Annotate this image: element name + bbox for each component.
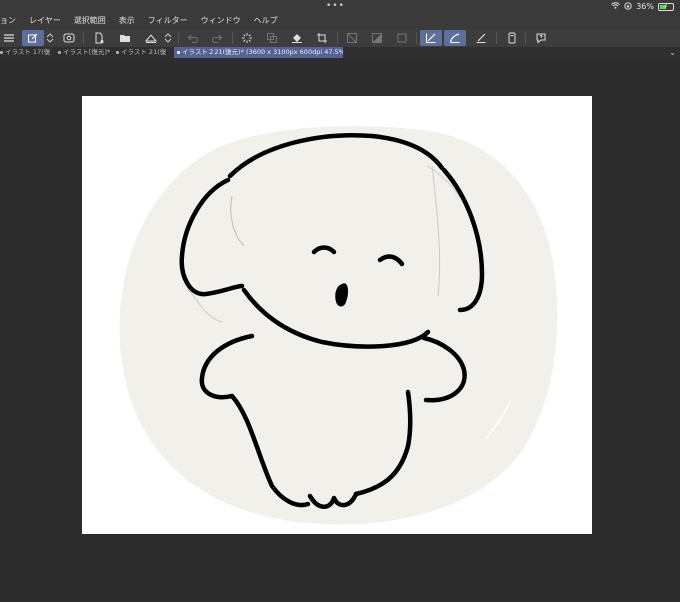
menu-window[interactable]: ウィンドウ <box>201 13 241 29</box>
wifi-icon <box>611 2 621 11</box>
selection-border-icon[interactable] <box>393 30 411 46</box>
preview-icon[interactable] <box>60 30 78 46</box>
tab-document-1[interactable]: イラスト 17(復 <box>0 47 56 58</box>
layer-property-icon[interactable] <box>22 30 44 46</box>
menu-layer[interactable]: レイヤー <box>29 13 61 29</box>
tab-document-active[interactable]: イラスト２21(復元)* (3600 x 3100px 600dpi 47.5%… <box>174 47 343 58</box>
new-file-icon[interactable] <box>90 30 108 46</box>
menu-view[interactable]: 表示 <box>119 13 135 29</box>
menu-bar: ョン レイヤー 選択範囲 表示 フィルター ウィンドウ ヘルプ <box>0 13 680 29</box>
loading-icon[interactable] <box>238 30 256 46</box>
menu-selection[interactable]: 選択範囲 <box>74 13 106 29</box>
menu-filter[interactable]: フィルター <box>148 13 188 29</box>
crop-icon[interactable] <box>313 30 331 46</box>
ruler-pen-icon[interactable] <box>472 30 490 46</box>
copy-icon[interactable] <box>263 30 281 46</box>
smooth-line-icon[interactable] <box>444 30 466 46</box>
menu-help[interactable]: ヘルプ <box>254 13 278 29</box>
illustration <box>119 126 558 525</box>
battery-percent: 36% <box>636 2 654 11</box>
chevron-down-icon[interactable]: ⌄ <box>669 47 676 58</box>
device-icon[interactable] <box>503 30 521 46</box>
tab-dot-icon <box>116 50 119 54</box>
undo-icon[interactable] <box>184 30 202 46</box>
save-icon[interactable] <box>142 30 160 46</box>
status-bar: ••• 36% ⚡ <box>0 0 680 13</box>
help-icon[interactable] <box>532 30 550 46</box>
drawing-canvas[interactable] <box>82 96 592 534</box>
fill-icon[interactable] <box>288 30 306 46</box>
invert-selection-icon[interactable] <box>368 30 386 46</box>
tab-document-3[interactable]: イラスト 21(復 <box>116 47 172 58</box>
tab-dot-icon <box>58 50 61 54</box>
chevron-updown-icon[interactable] <box>44 30 56 46</box>
multitask-dots[interactable]: ••• <box>326 0 345 13</box>
status-indicators: 36% ⚡ <box>611 0 674 13</box>
orientation-lock-icon <box>624 1 632 12</box>
deselect-icon[interactable] <box>343 30 361 46</box>
battery-icon: ⚡ <box>658 2 674 11</box>
menu-animation[interactable]: ョン <box>0 13 16 29</box>
stabilize-pen-icon[interactable] <box>420 30 442 46</box>
redo-icon[interactable] <box>208 30 226 46</box>
command-bar <box>0 29 680 48</box>
chevron-updown-icon[interactable] <box>162 30 174 46</box>
open-folder-icon[interactable] <box>116 30 134 46</box>
tab-dot-icon <box>0 50 3 54</box>
tab-dot-icon <box>177 50 180 54</box>
document-tabs: イラスト 17(復 イラスト[復元]* イラスト 21(復 イラスト２21(復元… <box>0 47 680 58</box>
tab-document-2[interactable]: イラスト[復元]* <box>58 47 114 58</box>
paper-shape <box>119 126 558 525</box>
menu-icon[interactable] <box>0 30 18 46</box>
